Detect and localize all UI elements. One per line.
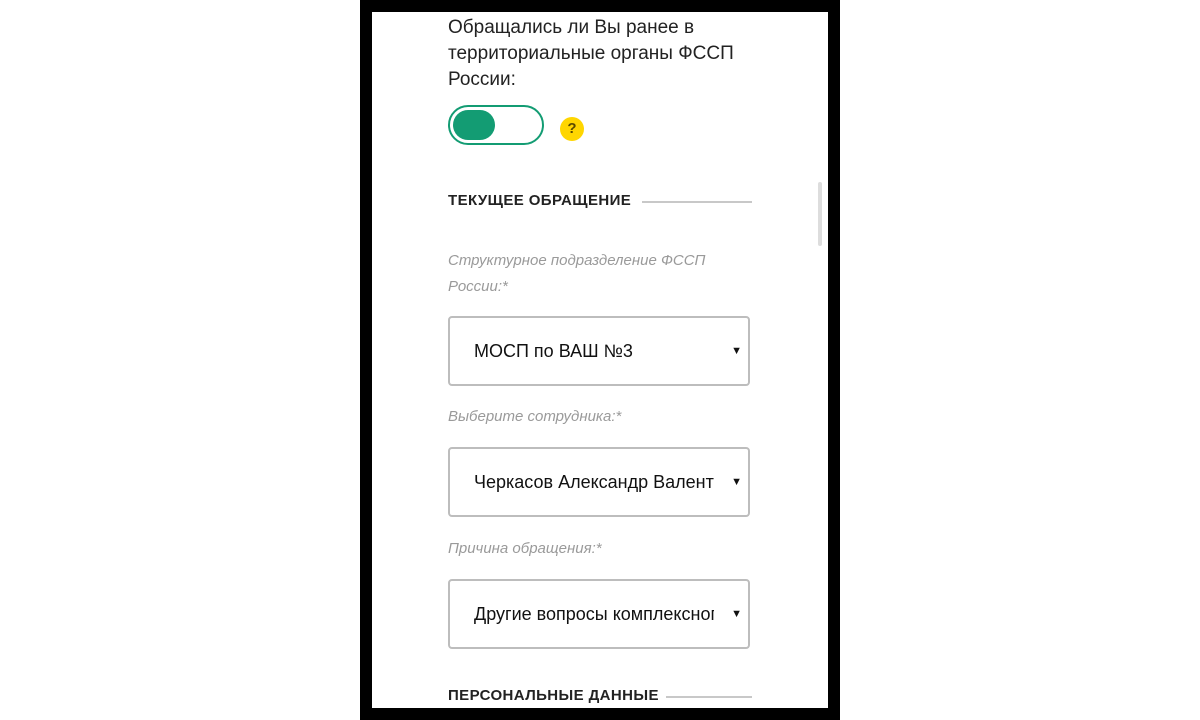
section-divider [666,696,752,698]
section-divider [642,201,752,203]
device-frame: Обращались ли Вы ранее в территориальные… [360,0,840,720]
chevron-down-icon: ▼ [731,608,742,620]
department-select-value: МОСП по ВАШ №3 [474,341,633,361]
field-label-employee: Выберите сотрудника:* [448,408,622,425]
field-label-reason: Причина обращения:* [448,540,602,557]
prior-appeal-question: Обращались ли Вы ранее в территориальные… [448,17,734,90]
employee-select-value: Черкасов Александр Валентинович [474,472,714,492]
scrollbar[interactable] [818,182,822,246]
field-label-department: Структурное подразделение ФССП России:* [448,252,706,295]
section-title-current: ТЕКУЩЕЕ ОБРАЩЕНИЕ [448,192,632,209]
question-icon[interactable]: ? [560,117,584,141]
reason-select-value: Другие вопросы комплексного характера [474,604,714,624]
section-title-personal: ПЕРСОНАЛЬНЫЕ ДАННЫЕ [448,687,659,704]
chevron-down-icon: ▼ [731,476,742,488]
form-screen: Обращались ли Вы ранее в территориальные… [372,12,828,708]
department-select[interactable]: МОСП по ВАШ №3 ▼ [448,316,750,386]
prior-appeal-toggle[interactable] [448,105,544,145]
reason-select[interactable]: Другие вопросы комплексного характера ▼ [448,579,750,649]
employee-select[interactable]: Черкасов Александр Валентинович ▼ [448,447,750,517]
chevron-down-icon: ▼ [731,345,742,357]
toggle-knob [453,110,495,140]
